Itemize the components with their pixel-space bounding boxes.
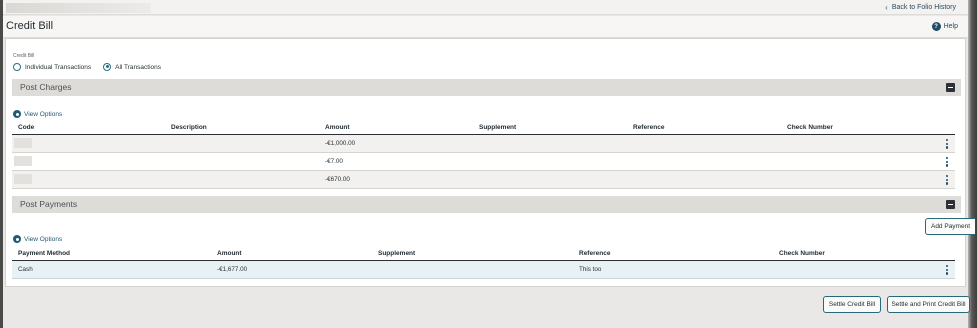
post-charges-section-header: Post Charges (12, 79, 961, 96)
reference-cell: This too (579, 266, 602, 273)
amount-cell: -€7.00 (325, 158, 343, 165)
radio-button[interactable] (13, 63, 21, 71)
credit-bill-filter-label: Credit Bill (13, 53, 35, 59)
table-row[interactable]: Cash -€1,677.00 This too (12, 261, 955, 279)
column-reference[interactable]: Reference (633, 124, 664, 131)
title-bar: Credit Bill ? Help (3, 16, 968, 38)
section-title: Post Payments (20, 199, 78, 209)
top-navigation-strip: ‹ Back to Folio History (3, 0, 968, 15)
column-code[interactable]: Code (18, 124, 34, 131)
table-row[interactable]: -€7.00 (12, 153, 955, 171)
post-charges-table: Code Description Amount Supplement Refer… (12, 121, 955, 189)
radio-individual-transactions[interactable]: Individual Transactions (13, 63, 91, 71)
table-header: Code Description Amount Supplement Refer… (12, 121, 955, 135)
column-description[interactable]: Description (171, 124, 207, 131)
help-label: Help (943, 23, 958, 30)
settle-and-print-credit-bill-button[interactable]: Settle and Print Credit Bill (887, 296, 970, 313)
collapse-post-payments-button[interactable] (946, 200, 955, 209)
table-header: Payment Method Amount Supplement Referen… (12, 247, 955, 261)
radio-button-selected[interactable] (103, 63, 112, 71)
column-payment-method[interactable]: Payment Method (18, 250, 70, 257)
post-payments-view-options[interactable]: View Options (13, 235, 62, 243)
row-actions-icon[interactable] (946, 265, 949, 275)
gear-icon (13, 110, 21, 118)
table-row[interactable]: -€1,000.00 (12, 135, 955, 153)
help-button[interactable]: ? Help (931, 22, 958, 31)
row-actions-icon[interactable] (946, 139, 949, 149)
chevron-left-icon: ‹ (885, 3, 888, 12)
column-check-number[interactable]: Check Number (787, 124, 833, 131)
page-title: Credit Bill (6, 20, 54, 32)
post-payments-table: Payment Method Amount Supplement Referen… (12, 247, 955, 279)
redacted-code (14, 156, 32, 166)
radio-all-transactions[interactable]: All Transactions (103, 63, 161, 71)
redacted-code (14, 138, 32, 148)
payment-method-cell: Cash (18, 266, 33, 273)
window-frame-right (968, 0, 977, 328)
redacted-code (14, 174, 32, 184)
help-icon: ? (931, 22, 941, 31)
window-frame-left (0, 0, 3, 328)
column-check-number[interactable]: Check Number (779, 250, 825, 257)
add-payment-button[interactable]: Add Payment (925, 218, 975, 235)
row-actions-icon[interactable] (946, 175, 949, 185)
column-amount[interactable]: Amount (325, 124, 350, 131)
amount-cell: -€1,677.00 (217, 266, 248, 273)
view-options-label: View Options (24, 235, 63, 243)
gear-icon (13, 235, 21, 243)
back-to-folio-history-link[interactable]: ‹ Back to Folio History (885, 3, 956, 12)
credit-bill-filter: Individual Transactions All Transactions (13, 63, 161, 71)
section-title: Post Charges (20, 82, 72, 92)
view-options-label: View Options (24, 110, 63, 118)
amount-cell: -€1,000.00 (325, 140, 356, 147)
back-link-label: Back to Folio History (891, 4, 956, 11)
table-row[interactable]: -€670.00 (12, 171, 955, 189)
column-supplement[interactable]: Supplement (479, 124, 516, 131)
row-actions-icon[interactable] (946, 157, 949, 167)
column-amount[interactable]: Amount (217, 250, 242, 257)
radio-label: All Transactions (115, 63, 162, 71)
post-payments-section-header: Post Payments (12, 196, 961, 213)
settle-credit-bill-button[interactable]: Settle Credit Bill (823, 296, 881, 313)
post-charges-view-options[interactable]: View Options (13, 110, 62, 118)
redacted-tab (6, 3, 151, 13)
collapse-post-charges-button[interactable] (946, 83, 955, 92)
column-reference[interactable]: Reference (579, 250, 610, 257)
column-supplement[interactable]: Supplement (378, 250, 415, 257)
credit-bill-panel: Credit Bill Individual Transactions All … (5, 38, 975, 287)
amount-cell: -€670.00 (325, 176, 350, 183)
radio-label: Individual Transactions (25, 63, 92, 71)
